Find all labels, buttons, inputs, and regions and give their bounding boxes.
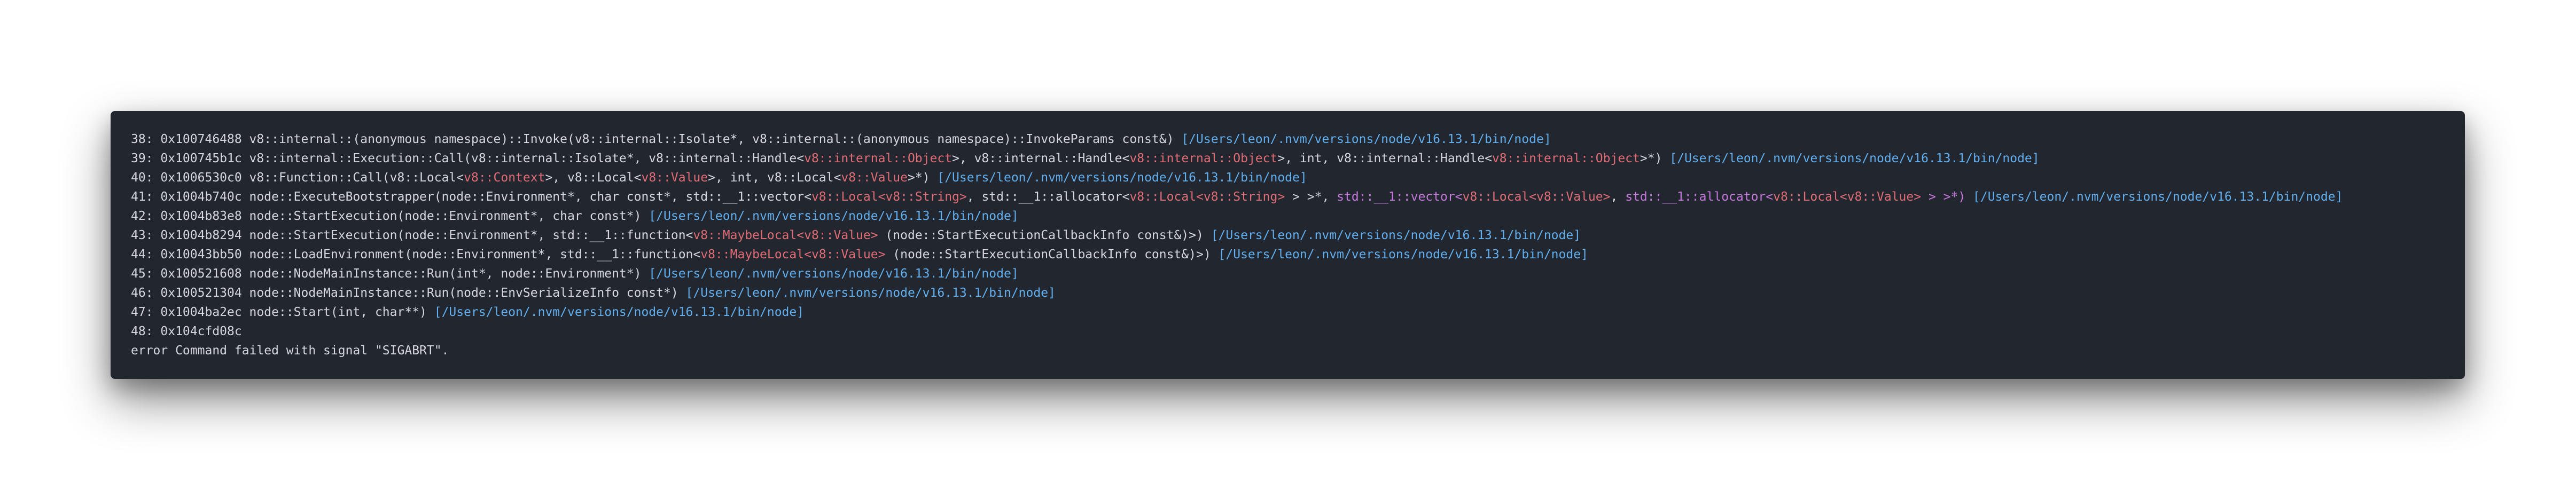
frame-text: ,	[1610, 190, 1626, 204]
namespace-text: std::__1::allocator<	[1625, 190, 1774, 204]
frame-text: , std::__1::allocator<	[966, 190, 1130, 204]
frame-text: error Command failed with signal "SIGABR…	[131, 344, 449, 358]
binary-path-text: [/Users/leon/.nvm/versions/node/v16.13.1…	[649, 209, 1019, 223]
type-name-text: v8::Value	[641, 171, 708, 185]
terminal-window: 38: 0x100746488 v8::internal::(anonymous…	[111, 111, 2465, 379]
binary-path-text: [/Users/leon/.nvm/versions/node/v16.13.1…	[1218, 248, 1588, 262]
frame-text: 40: 0x1006530c0 v8::Function::Call(v8::L…	[131, 171, 464, 185]
frame-text: >, v8::Local<	[545, 171, 642, 185]
frame-text: 46: 0x100521304 node::NodeMainInstance::…	[131, 286, 686, 300]
error-message-line: error Command failed with signal "SIGABR…	[131, 341, 2445, 360]
stack-frame-line: 47: 0x1004ba2ec node::Start(int, char**)…	[131, 303, 2445, 322]
frame-text: 44: 0x10043bb50 node::LoadEnvironment(no…	[131, 248, 701, 262]
frame-text: >*)	[1640, 152, 1670, 165]
type-name-text: v8::Local<v8::String>	[811, 190, 967, 204]
stack-frame-line: 42: 0x1004b83e8 node::StartExecution(nod…	[131, 207, 2445, 226]
stack-trace-output: 38: 0x100746488 v8::internal::(anonymous…	[131, 130, 2445, 360]
frame-text: 45: 0x100521608 node::NodeMainInstance::…	[131, 267, 649, 281]
binary-path-text: [/Users/leon/.nvm/versions/node/v16.13.1…	[1669, 152, 2040, 165]
frame-text: 42: 0x1004b83e8 node::StartExecution(nod…	[131, 209, 649, 223]
frame-text: >, v8::internal::Handle<	[952, 152, 1130, 165]
stack-frame-line: 39: 0x100745b1c v8::internal::Execution:…	[131, 149, 2445, 168]
binary-path-text: [/Users/leon/.nvm/versions/node/v16.13.1…	[685, 286, 1056, 300]
frame-text: (node::StartExecutionCallbackInfo const&…	[885, 248, 1219, 262]
binary-path-text: [/Users/leon/.nvm/versions/node/v16.13.1…	[1211, 228, 1581, 242]
binary-path-text: [/Users/leon/.nvm/versions/node/v16.13.1…	[937, 171, 1307, 185]
frame-text: >, int, v8::internal::Handle<	[1277, 152, 1492, 165]
frame-text: >, int, v8::Local<	[708, 171, 841, 185]
frame-text: (node::StartExecutionCallbackInfo const&…	[878, 228, 1211, 242]
type-name-text: v8::Local<v8::Value>	[1773, 190, 1922, 204]
type-name-text: v8::MaybeLocal<v8::Value>	[693, 228, 878, 242]
stack-frame-line: 41: 0x1004b740c node::ExecuteBootstrappe…	[131, 187, 2445, 207]
type-name-text: v8::internal::Object	[804, 152, 953, 165]
frame-text: 41: 0x1004b740c node::ExecuteBootstrappe…	[131, 190, 811, 204]
stack-frame-line: 40: 0x1006530c0 v8::Function::Call(v8::L…	[131, 168, 2445, 187]
stack-frame-line: 48: 0x104cfd08c	[131, 322, 2445, 341]
frame-text: 38: 0x100746488 v8::internal::(anonymous…	[131, 132, 1182, 146]
type-name-text: v8::Value	[841, 171, 908, 185]
frame-text: > >*,	[1285, 190, 1337, 204]
stack-frame-line: 43: 0x1004b8294 node::StartExecution(nod…	[131, 226, 2445, 245]
type-name-text: v8::Context	[464, 171, 545, 185]
type-name-text: v8::Local<v8::String>	[1129, 190, 1285, 204]
frame-text: 48: 0x104cfd08c	[131, 324, 242, 338]
type-name-text: v8::internal::Object	[1129, 152, 1278, 165]
type-name-text: v8::MaybeLocal<v8::Value>	[700, 248, 886, 262]
type-name-text: v8::Local<v8::Value>	[1462, 190, 1611, 204]
stack-frame-line: 45: 0x100521608 node::NodeMainInstance::…	[131, 264, 2445, 283]
type-name-text: v8::internal::Object	[1492, 152, 1640, 165]
binary-path-text: [/Users/leon/.nvm/versions/node/v16.13.1…	[1973, 190, 2343, 204]
binary-path-text: [/Users/leon/.nvm/versions/node/v16.13.1…	[434, 305, 805, 319]
stack-frame-line: 46: 0x100521304 node::NodeMainInstance::…	[131, 283, 2445, 303]
binary-path-text: [/Users/leon/.nvm/versions/node/v16.13.1…	[649, 267, 1019, 281]
frame-text: 47: 0x1004ba2ec node::Start(int, char**)	[131, 305, 434, 319]
frame-text: 39: 0x100745b1c v8::internal::Execution:…	[131, 152, 805, 165]
stack-frame-line: 44: 0x10043bb50 node::LoadEnvironment(no…	[131, 245, 2445, 264]
namespace-text: std::__1::vector<	[1337, 190, 1463, 204]
frame-text: 43: 0x1004b8294 node::StartExecution(nod…	[131, 228, 693, 242]
binary-path-text: [/Users/leon/.nvm/versions/node/v16.13.1…	[1181, 132, 1551, 146]
frame-text: >*)	[907, 171, 938, 185]
namespace-text: > >*)	[1921, 190, 1973, 204]
stack-frame-line: 38: 0x100746488 v8::internal::(anonymous…	[131, 130, 2445, 149]
